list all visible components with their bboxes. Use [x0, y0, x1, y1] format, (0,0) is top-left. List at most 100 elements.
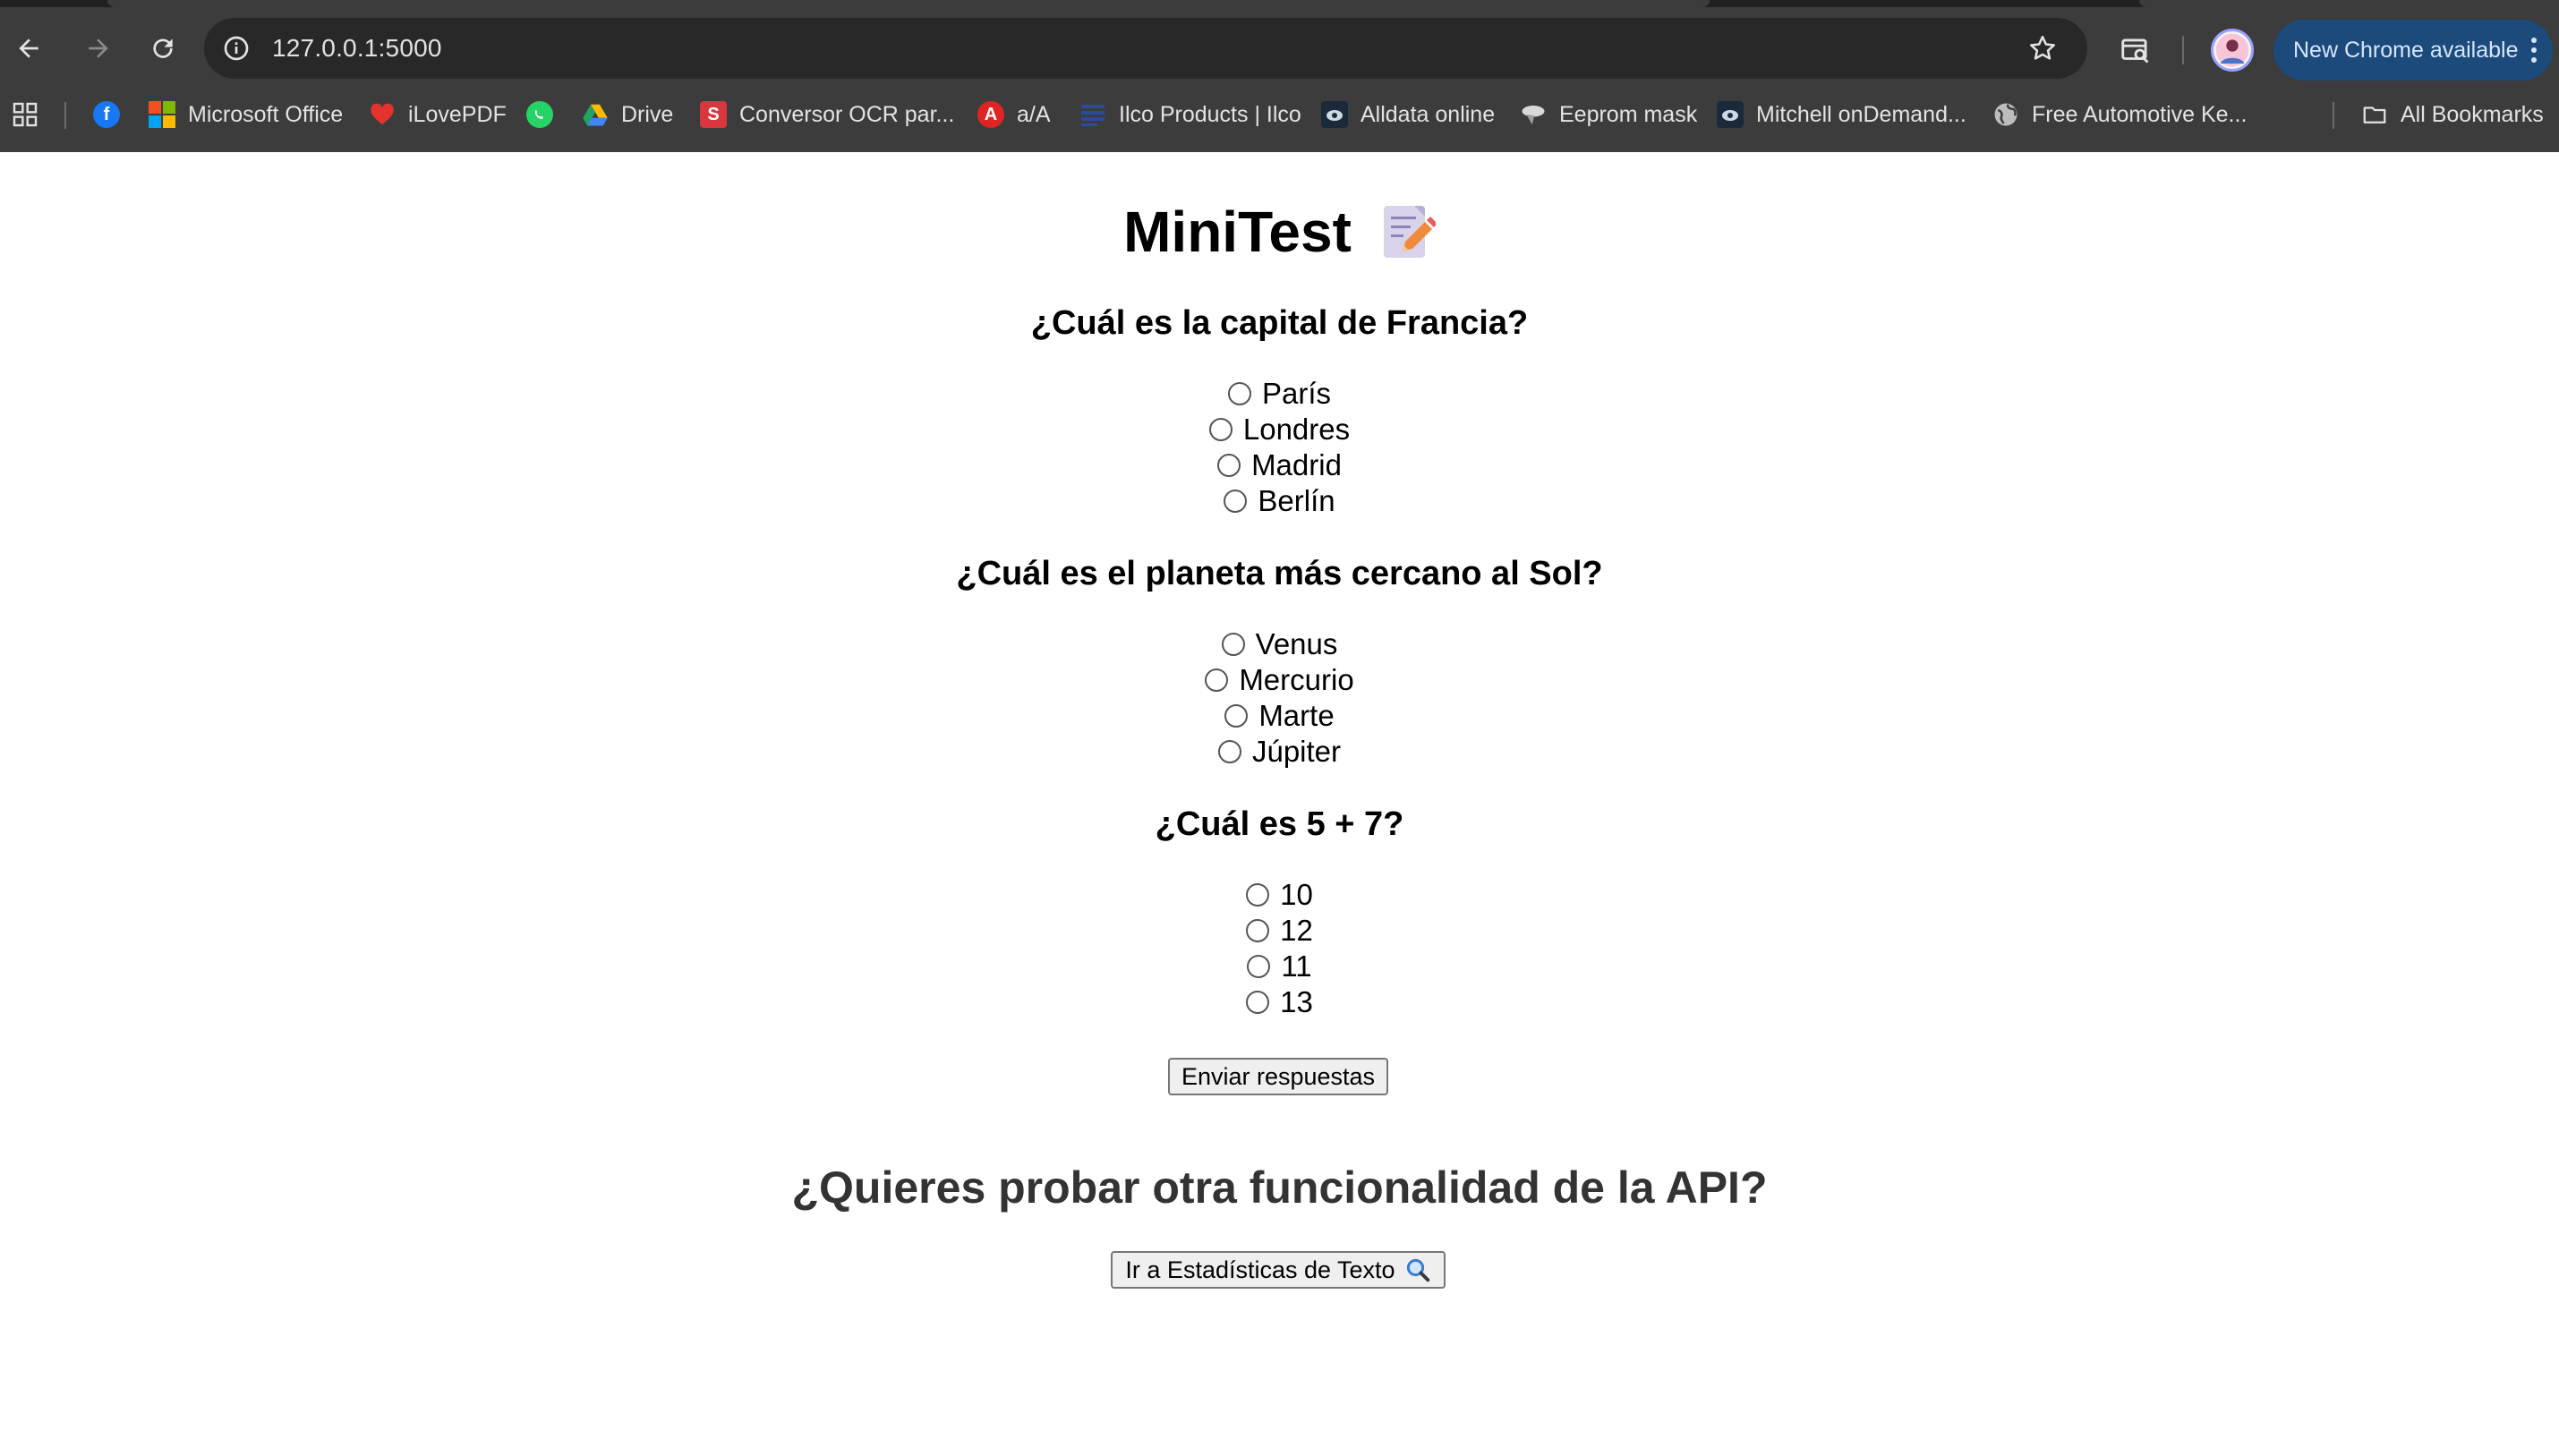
- bookmark-a-a[interactable]: A a/A: [977, 98, 1051, 131]
- answer-option[interactable]: Londres: [0, 412, 2559, 447]
- bookmark-alldata-online[interactable]: Alldata online: [1321, 98, 1495, 131]
- radio-button[interactable]: [1246, 991, 1270, 1014]
- bookmark-microsoft-office[interactable]: Microsoft Office: [149, 98, 343, 131]
- active-tab-edge[interactable]: [107, 0, 1710, 7]
- bookmark-label: Drive: [621, 101, 674, 127]
- option-label[interactable]: Madrid: [1251, 448, 1342, 482]
- bookmark-mitchell-ondemand[interactable]: Mitchell onDemand...: [1717, 98, 1966, 131]
- answer-option[interactable]: Marte: [0, 698, 2559, 734]
- tab-edge[interactable]: [2139, 0, 2559, 7]
- api-heading: ¿Quieres probar otra funcionalidad de la…: [791, 1162, 1768, 1213]
- bookmark-label: Free Automotive Ke...: [2032, 101, 2248, 127]
- option-label[interactable]: Londres: [1243, 413, 1350, 447]
- magnifier-icon: [1406, 1258, 1429, 1282]
- address-bar[interactable]: 127.0.0.1:5000: [204, 18, 2087, 79]
- apps-grid-icon[interactable]: [11, 100, 39, 129]
- bookmark-ilco-products[interactable]: Ilco Products | Ilco: [1079, 98, 1301, 131]
- all-bookmarks-label: All Bookmarks: [2401, 101, 2544, 127]
- bookmark-label: Alldata online: [1361, 101, 1496, 127]
- answer-option[interactable]: Berlín: [0, 483, 2559, 519]
- all-bookmarks-button[interactable]: All Bookmarks: [2361, 98, 2544, 131]
- bookmark-label: Mitchell onDemand...: [1756, 101, 1966, 127]
- alldata-icon: [1321, 101, 1348, 128]
- submit-answers-button[interactable]: Enviar respuestas: [1168, 1058, 1388, 1095]
- globe-icon: [1992, 101, 2019, 128]
- bookmark-label: a/A: [1017, 101, 1051, 127]
- site-info-icon[interactable]: [218, 30, 254, 66]
- browser-toolbar: 127.0.0.1:5000 New Chrome available: [0, 13, 2559, 84]
- bookmark-label: Eeprom mask: [1559, 101, 1698, 127]
- arrow-left-icon: [19, 38, 38, 58]
- update-button-label: New Chrome available: [2293, 37, 2519, 63]
- bookmark-ilovepdf[interactable]: iLovePDF: [369, 98, 507, 131]
- option-label[interactable]: Júpiter: [1252, 735, 1341, 769]
- question-3-text: ¿Cuál es 5 + 7?: [1155, 805, 1404, 843]
- radio-button[interactable]: [1208, 418, 1233, 441]
- option-label[interactable]: Marte: [1258, 699, 1334, 733]
- whatsapp-icon: [526, 101, 553, 128]
- answer-option[interactable]: Júpiter: [0, 734, 2559, 770]
- page-title-text: MiniTest: [1123, 200, 1352, 264]
- radio-button[interactable]: [1224, 704, 1249, 728]
- radio-button[interactable]: [1205, 668, 1229, 692]
- arrow-right-icon: [89, 38, 108, 58]
- answer-option[interactable]: Mercurio: [0, 662, 2559, 698]
- bookmark-eeprom-mask[interactable]: Eeprom mask: [1520, 98, 1697, 131]
- option-label[interactable]: Berlín: [1258, 484, 1335, 518]
- mitchell-icon: [1717, 101, 1744, 128]
- bookmark-drive[interactable]: Drive: [582, 98, 673, 131]
- bookmark-conversor-ocr[interactable]: S Conversor OCR par...: [700, 98, 954, 131]
- answer-option[interactable]: Madrid: [0, 447, 2559, 483]
- new-chrome-available-button[interactable]: New Chrome available: [2273, 20, 2553, 81]
- radio-button[interactable]: [1217, 454, 1241, 477]
- question-1-text: ¿Cuál es la capital de Francia?: [1030, 304, 1529, 342]
- radio-button[interactable]: [1246, 883, 1270, 907]
- url-text[interactable]: 127.0.0.1:5000: [272, 34, 442, 63]
- answer-option[interactable]: 10: [0, 877, 2559, 913]
- bookmark-label: Microsoft Office: [188, 101, 344, 127]
- tab-strip: [0, 0, 2559, 7]
- option-label[interactable]: Venus: [1256, 627, 1338, 661]
- radio-button[interactable]: [1221, 633, 1245, 656]
- radio-button[interactable]: [1246, 919, 1270, 942]
- memo-icon: [1383, 206, 1436, 258]
- option-label[interactable]: Mercurio: [1239, 663, 1353, 697]
- bookmark-label: Conversor OCR par...: [739, 101, 955, 127]
- radio-button[interactable]: [1247, 955, 1271, 978]
- answer-option[interactable]: París: [0, 376, 2559, 412]
- answer-option[interactable]: 11: [0, 949, 2559, 984]
- bookmark-whatsapp[interactable]: [526, 98, 566, 131]
- s-icon: S: [700, 101, 727, 128]
- bookmark-label: iLovePDF: [408, 101, 507, 127]
- chip-icon: [1520, 101, 1547, 128]
- forward-button[interactable]: [70, 20, 127, 77]
- page-content: MiniTest ¿Cuál es la capital de Francia?…: [0, 152, 2559, 1456]
- option-label[interactable]: 11: [1281, 949, 1311, 983]
- bookmark-facebook[interactable]: f: [93, 98, 132, 131]
- bookmark-label: Ilco Products | Ilco: [1119, 101, 1301, 127]
- radio-button[interactable]: [1217, 740, 1241, 763]
- back-button[interactable]: [0, 20, 57, 77]
- option-label[interactable]: 13: [1280, 985, 1313, 1019]
- bookmark-free-automotive[interactable]: Free Automotive Ke...: [1992, 98, 2247, 131]
- option-label[interactable]: 12: [1280, 914, 1313, 948]
- answer-option[interactable]: Venus: [0, 626, 2559, 662]
- a-icon: A: [977, 101, 1004, 128]
- answer-option[interactable]: 13: [0, 984, 2559, 1020]
- text-statistics-button[interactable]: Ir a Estadísticas de Texto: [1111, 1251, 1446, 1289]
- drive-icon: [582, 101, 609, 128]
- tab-search-icon[interactable]: [2116, 30, 2155, 70]
- option-label[interactable]: 10: [1280, 878, 1313, 912]
- text-statistics-label: Ir a Estadísticas de Texto: [1125, 1256, 1395, 1283]
- facebook-icon: f: [93, 101, 120, 128]
- option-label[interactable]: París: [1262, 377, 1331, 411]
- radio-button[interactable]: [1227, 382, 1251, 405]
- profile-avatar[interactable]: [2211, 29, 2254, 72]
- page-title: MiniTest: [0, 199, 2559, 265]
- heart-icon: [369, 101, 396, 128]
- bookmark-star-icon[interactable]: [2025, 30, 2060, 66]
- reload-button[interactable]: [134, 20, 192, 77]
- radio-button[interactable]: [1224, 490, 1248, 513]
- more-vert-icon[interactable]: [2529, 36, 2538, 64]
- answer-option[interactable]: 12: [0, 913, 2559, 949]
